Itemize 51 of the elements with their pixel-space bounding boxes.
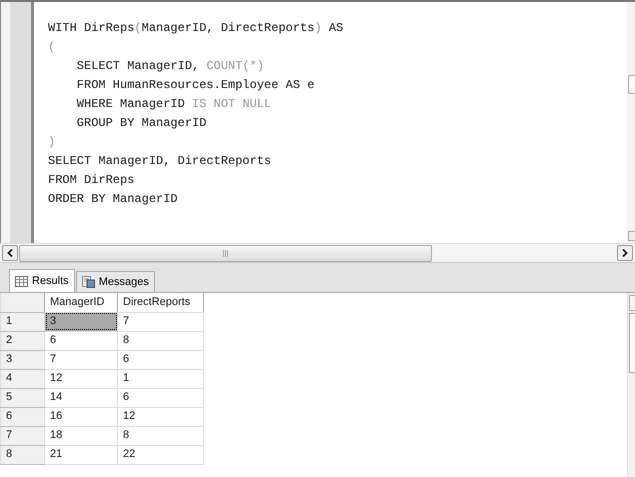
- tab[interactable]: Results: [9, 269, 75, 292]
- grip-icon: [222, 250, 228, 256]
- column-header[interactable]: DirectReports: [118, 293, 204, 312]
- row-number: 2: [0, 331, 44, 350]
- row-number: 1: [0, 312, 44, 331]
- scroll-right-button[interactable]: [617, 245, 633, 261]
- table-cell[interactable]: 6: [118, 350, 204, 369]
- column-header[interactable]: ManagerID: [44, 293, 118, 312]
- code-line: GROUP BY ManagerID: [76, 115, 208, 132]
- vertical-scrollbar[interactable]: [627, 2, 635, 243]
- table-cell[interactable]: 7: [118, 312, 204, 331]
- table-cell[interactable]: 1: [118, 369, 204, 388]
- table-cell[interactable]: 12: [44, 369, 118, 388]
- row-number: 7: [0, 426, 44, 445]
- table-cell[interactable]: 3: [44, 312, 118, 331]
- grid-icon: [15, 276, 28, 286]
- table-cell[interactable]: 21: [44, 445, 118, 464]
- table-cell[interactable]: 8: [118, 331, 204, 350]
- scroll-thumb[interactable]: [629, 313, 635, 373]
- row-number: 5: [0, 388, 44, 407]
- vertical-scrollbar[interactable]: [627, 293, 635, 477]
- document-icon: [82, 276, 95, 288]
- table-cell[interactable]: 22: [118, 445, 204, 464]
- table-cell[interactable]: 7: [44, 350, 118, 369]
- scroll-down-button[interactable]: [628, 231, 635, 241]
- row-number: 3: [0, 350, 44, 369]
- row-number: 4: [0, 369, 44, 388]
- scroll-thumb[interactable]: [19, 244, 432, 262]
- horizontal-scrollbar[interactable]: [0, 243, 635, 263]
- table-cell[interactable]: 6: [118, 388, 204, 407]
- code-line: FROM DirReps: [48, 172, 136, 189]
- code-line: ORDER BY ManagerID: [48, 191, 179, 208]
- code-line: WITH DirReps(ManagerID, DirectReports) AS: [48, 20, 344, 37]
- table-cell[interactable]: 16: [44, 407, 118, 426]
- table-cell[interactable]: 18: [44, 426, 118, 445]
- code-line: SELECT ManagerID, DirectReports: [48, 153, 272, 170]
- scroll-up-button[interactable]: [629, 295, 635, 311]
- code-line: SELECT ManagerID, COUNT(*): [76, 58, 266, 75]
- row-number: 8: [0, 445, 44, 464]
- code-line: FROM HumanResources.Employee AS e: [76, 77, 316, 94]
- code-line: (: [48, 39, 56, 56]
- table-cell[interactable]: 12: [118, 407, 204, 426]
- table-cell[interactable]: 8: [118, 426, 204, 445]
- table-cell[interactable]: 14: [44, 388, 118, 407]
- scroll-thumb[interactable]: [628, 75, 635, 94]
- scroll-left-button[interactable]: [2, 245, 18, 261]
- table-cell[interactable]: 6: [44, 331, 118, 350]
- code-line: ): [48, 134, 56, 151]
- code-line: WHERE ManagerID IS NOT NULL: [76, 96, 272, 113]
- tab[interactable]: Messages: [76, 271, 155, 292]
- row-number: 6: [0, 407, 44, 426]
